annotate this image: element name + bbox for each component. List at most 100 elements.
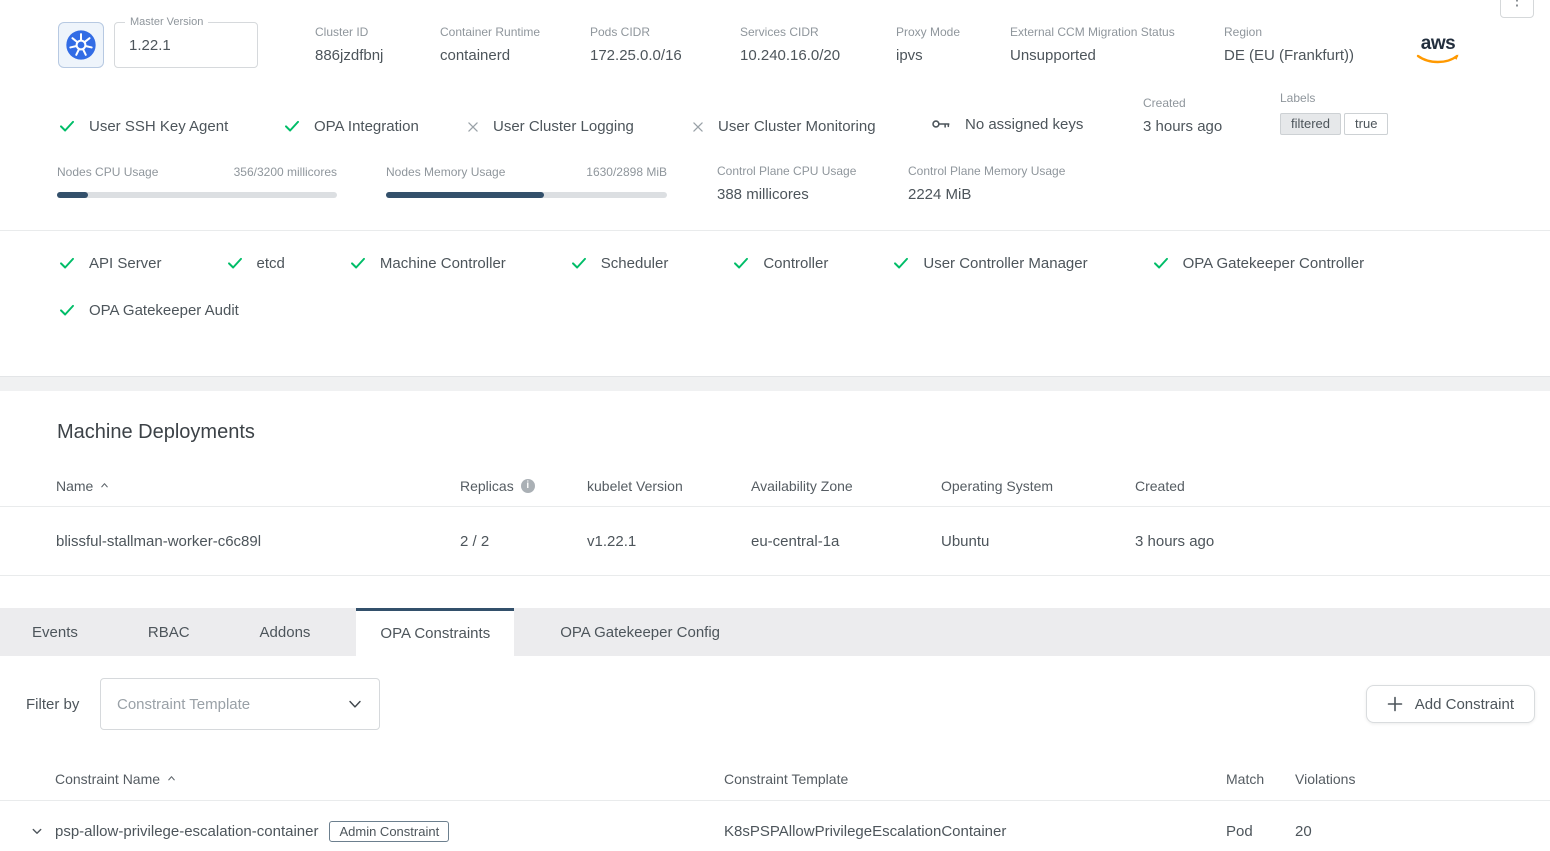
meta-proxy-mode: Proxy Mode ipvs: [896, 26, 1010, 64]
key-icon: [930, 113, 952, 135]
meta-services-cidr: Services CIDR 10.240.16.0/20: [740, 26, 896, 64]
sort-up-icon: [166, 773, 177, 784]
meta-value: 172.25.0.0/16: [590, 47, 740, 64]
status-machine-controller: Machine Controller: [349, 254, 506, 272]
meta-ccm-migration-status: External CCM Migration Status Unsupporte…: [1010, 26, 1224, 64]
tab-rbac[interactable]: RBAC: [124, 608, 214, 656]
constraint-row[interactable]: psp-allow-privilege-escalation-container…: [0, 801, 1550, 851]
column-header-label: Violations: [1295, 771, 1355, 787]
status-label: etcd: [257, 255, 285, 272]
column-header-match: Match: [1226, 771, 1295, 787]
check-icon: [58, 117, 76, 135]
check-icon: [570, 254, 588, 272]
cluster-tabs: Events RBAC Addons OPA Constraints OPA G…: [0, 608, 1550, 656]
column-header-replicas: Replicas i: [460, 478, 587, 494]
column-header-label: Constraint Name: [55, 771, 160, 787]
cluster-meta-row: Master Version 1.22.1 Cluster ID 886jzdf…: [0, 0, 1550, 68]
expand-row-chevron-down-icon[interactable]: [18, 822, 55, 840]
meta-cluster-id: Cluster ID 886jzdfbnj: [315, 26, 440, 64]
constraint-violations: 20: [1295, 823, 1550, 840]
opa-constraints-panel: Filter by Constraint Template Add Constr…: [0, 656, 1550, 851]
meta-region: Region DE (EU (Frankfurt)): [1224, 26, 1412, 64]
column-header-constraint-template: Constraint Template: [724, 771, 1226, 787]
feature-user-cluster-logging: User Cluster Logging: [466, 118, 691, 135]
sort-up-icon: [99, 480, 110, 491]
tab-addons[interactable]: Addons: [236, 608, 335, 656]
constraint-match: Pod: [1226, 823, 1295, 840]
info-icon[interactable]: i: [521, 479, 535, 493]
admin-constraint-badge: Admin Constraint: [329, 821, 449, 842]
add-constraint-button[interactable]: Add Constraint: [1366, 685, 1535, 723]
feature-user-cluster-monitoring: User Cluster Monitoring: [691, 118, 930, 135]
add-constraint-label: Add Constraint: [1415, 696, 1514, 713]
cluster-features-row: User SSH Key Agent OPA Integration User …: [0, 68, 1550, 135]
check-icon: [283, 117, 301, 135]
created-value: 3 hours ago: [1143, 118, 1280, 135]
tab-opa-gatekeeper-config[interactable]: OPA Gatekeeper Config: [536, 608, 744, 656]
labels-title: Labels: [1280, 92, 1388, 104]
cluster-menu-button[interactable]: ⋮: [1500, 0, 1534, 18]
column-header-label: Name: [56, 478, 93, 494]
tab-label: OPA Gatekeeper Config: [560, 624, 720, 641]
stat-label: Control Plane Memory Usage: [908, 165, 1065, 177]
tab-opa-constraints[interactable]: OPA Constraints: [356, 608, 514, 656]
meta-value: containerd: [440, 47, 590, 64]
tab-events[interactable]: Events: [8, 608, 102, 656]
column-header-constraint-name[interactable]: Constraint Name: [55, 771, 724, 787]
gauge-value: 1630/2898 MiB: [586, 165, 667, 179]
column-header-label: Operating System: [941, 478, 1053, 494]
select-placeholder: Constraint Template: [117, 696, 250, 713]
master-version-field[interactable]: Master Version 1.22.1: [58, 22, 315, 68]
column-header-created: Created: [1135, 478, 1550, 494]
md-operating-system: Ubuntu: [941, 533, 1135, 550]
stat-label: Control Plane CPU Usage: [717, 165, 908, 177]
gauge-value: 356/3200 millicores: [234, 165, 337, 179]
meta-value: Unsupported: [1010, 47, 1224, 64]
check-icon: [349, 254, 367, 272]
cluster-overview-panel: ⋮ Ma: [0, 0, 1550, 377]
meta-label: Services CIDR: [740, 26, 896, 38]
gauge-label: Nodes Memory Usage: [386, 165, 505, 179]
constraints-filter-row: Filter by Constraint Template Add Constr…: [0, 656, 1550, 730]
kubernetes-logo-icon: [58, 22, 104, 68]
status-label: Scheduler: [601, 255, 669, 272]
meta-value: 10.240.16.0/20: [740, 47, 896, 64]
status-api-server: API Server: [58, 254, 162, 272]
status-controller: Controller: [732, 254, 828, 272]
status-label: Machine Controller: [380, 255, 506, 272]
feature-label: OPA Integration: [314, 118, 419, 135]
x-icon: [691, 120, 705, 134]
status-opa-gatekeeper-controller: OPA Gatekeeper Controller: [1152, 254, 1364, 272]
feature-opa-integration: OPA Integration: [283, 117, 466, 135]
column-header-name[interactable]: Name: [56, 478, 460, 494]
check-icon: [892, 254, 910, 272]
aws-smile-icon: [1415, 53, 1461, 65]
status-label: User Controller Manager: [923, 255, 1087, 272]
machine-deployment-row[interactable]: blissful-stallman-worker-c6c89l 2 / 2 v1…: [0, 507, 1550, 576]
column-header-label: Replicas: [460, 478, 514, 494]
status-scheduler: Scheduler: [570, 254, 669, 272]
meta-label: Pods CIDR: [590, 26, 740, 38]
label-chip: filtered true: [1280, 113, 1388, 135]
md-created: 3 hours ago: [1135, 533, 1550, 550]
control-plane-cpu-stat: Control Plane CPU Usage 388 millicores: [717, 165, 908, 203]
ssh-keys-status[interactable]: No assigned keys: [930, 113, 1143, 135]
meta-label: Container Runtime: [440, 26, 590, 38]
tab-label: Addons: [260, 624, 311, 641]
meta-value: ipvs: [896, 47, 1010, 64]
check-icon: [226, 254, 244, 272]
feature-ssh-key-agent: User SSH Key Agent: [58, 117, 283, 135]
constraint-template-select[interactable]: Constraint Template: [100, 678, 380, 730]
column-header-label: Created: [1135, 478, 1185, 494]
constraints-header: Constraint Name Constraint Template Matc…: [0, 757, 1550, 801]
machine-deployments-title: Machine Deployments: [0, 391, 1550, 444]
x-icon: [466, 120, 480, 134]
labels-block: Labels filtered true: [1280, 92, 1388, 135]
column-header-label: Constraint Template: [724, 771, 848, 787]
constraint-template: K8sPSPAllowPrivilegeEscalationContainer: [724, 823, 1226, 840]
filter-by-label: Filter by: [26, 696, 100, 713]
tab-label: Events: [32, 624, 78, 641]
progress-bar-fill: [386, 192, 544, 198]
column-header-availability-zone: Availability Zone: [751, 478, 941, 494]
master-version-value: 1.22.1: [129, 37, 171, 54]
